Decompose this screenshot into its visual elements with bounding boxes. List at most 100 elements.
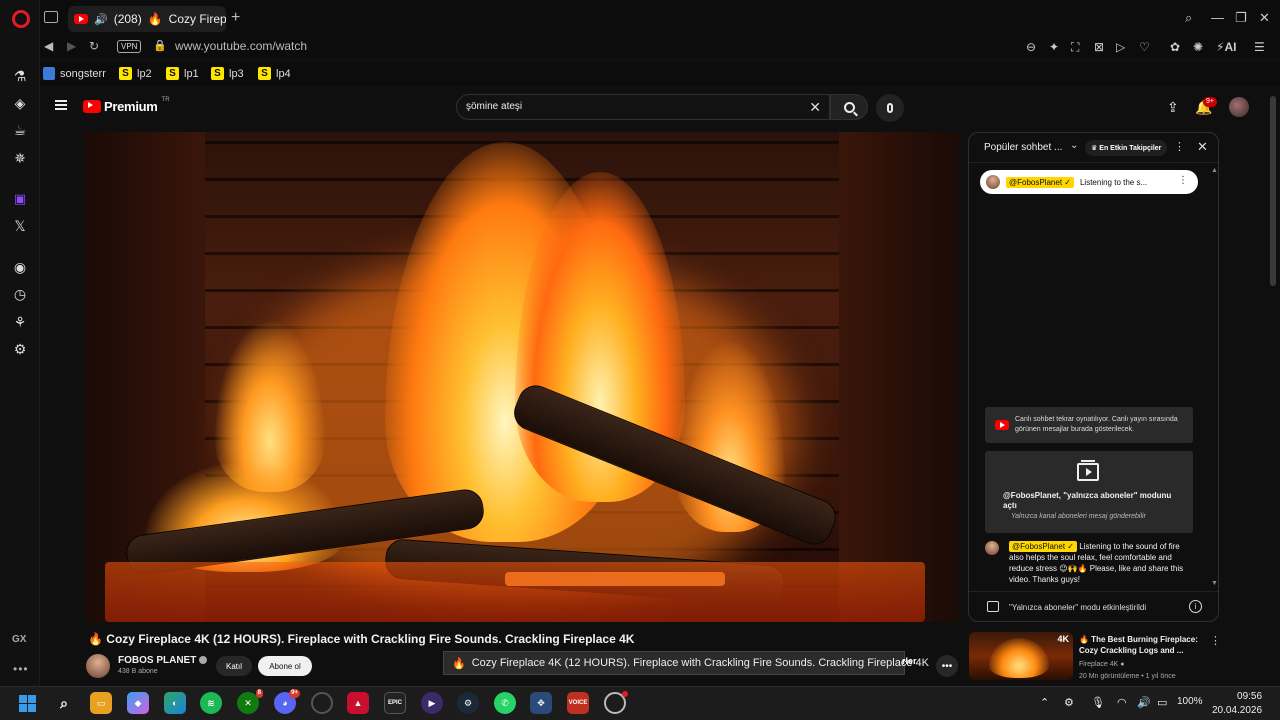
scroll-up-icon[interactable]: ▲ (1211, 167, 1218, 174)
chat-mode-title[interactable]: Popüler sohbet ... (984, 142, 1062, 153)
opera-logo-icon[interactable] (12, 10, 30, 28)
discord-icon[interactable]: ◕ 9+ (274, 689, 300, 714)
search-tabs-icon[interactable]: ⌕ (1185, 10, 1192, 26)
steam-tray-icon[interactable]: ⚙ (1064, 696, 1074, 709)
twitch-icon[interactable]: ▣ (11, 190, 29, 208)
pinned-message[interactable]: @FobosPlanet ✓ Listening to the s... ⋮ (980, 170, 1198, 194)
steam-icon[interactable]: ⚙ (457, 692, 479, 714)
tray-chevron-icon[interactable]: ⌃ (1040, 696, 1049, 709)
mods-icon[interactable]: ⚘ (11, 313, 29, 331)
adblock-icon[interactable]: ⊠ (1094, 40, 1104, 54)
recommendation-channel[interactable]: Fireplace 4K ● (1079, 661, 1124, 668)
x-twitter-icon[interactable]: 𝕏 (11, 217, 29, 235)
more-actions-label[interactable]: rler (902, 656, 917, 666)
tab-island-icon[interactable] (44, 11, 58, 23)
close-window-button[interactable]: ✕ (1259, 10, 1270, 26)
extension-icon[interactable]: ✿ (1170, 40, 1180, 54)
media-player-icon[interactable]: ▶ (421, 692, 443, 714)
mcafee-icon[interactable]: ▲ (347, 692, 369, 714)
page-scrollbar[interactable] (1270, 96, 1276, 286)
zoom-icon[interactable]: ⊖ (1026, 40, 1036, 54)
clear-search-icon[interactable]: ✕ (809, 99, 821, 116)
recommendation-menu-icon[interactable]: ⋮ (1210, 634, 1221, 647)
speaker-icon[interactable]: 🔊 (94, 13, 108, 26)
pin-icon[interactable]: ✦ (1049, 40, 1059, 54)
start-button[interactable] (16, 692, 38, 714)
chevron-down-icon[interactable]: ⌄ (1070, 140, 1078, 151)
verified-icon: ● (1120, 661, 1125, 668)
crypto-icon[interactable]: ◈ (11, 94, 29, 112)
voicemeeter-icon[interactable]: VOICE (567, 692, 589, 714)
bookmark-lp4[interactable]: S lp4 (258, 67, 291, 80)
search-button[interactable] (830, 94, 868, 120)
back-icon[interactable]: ◀ (44, 39, 53, 53)
file-explorer-icon[interactable]: ▭ (90, 692, 112, 714)
video-player[interactable] (85, 132, 959, 622)
easy-setup-icon[interactable]: ☰ (1254, 40, 1265, 54)
wallpaper-icon[interactable]: ✺ (1193, 40, 1203, 54)
search-icon[interactable]: ⌕ (53, 692, 75, 714)
bookmark-lp3[interactable]: S lp3 (211, 67, 244, 80)
sidebar-more-icon[interactable]: ••• (13, 662, 29, 676)
bookmark-lp2[interactable]: S lp2 (119, 67, 152, 80)
new-tab-button[interactable]: + (231, 9, 240, 27)
recommendation-title[interactable]: 🔥 The Best Burning Fireplace: Cozy Crack… (1079, 634, 1207, 656)
wifi-icon[interactable]: ◠ (1117, 696, 1127, 709)
battery-icon[interactable]: ▭ (1157, 696, 1167, 709)
bookmark-songsterr[interactable]: songsterr (43, 67, 106, 80)
forward-icon[interactable]: ▶ (67, 39, 76, 53)
gx-label[interactable]: GX (12, 634, 26, 645)
maximize-button[interactable]: ❐ (1235, 10, 1247, 26)
copilot-icon[interactable]: ◆ (127, 692, 149, 714)
chat-menu-icon[interactable]: ⋮ (1174, 140, 1185, 153)
heart-icon[interactable]: ♡ (1139, 40, 1150, 54)
player-icon[interactable]: ☕ (11, 121, 29, 139)
recommendation-thumbnail[interactable]: 4K (969, 632, 1073, 680)
url-field[interactable]: www.youtube.com/watch (175, 39, 307, 53)
whatsapp-icon[interactable]: ✆ (494, 692, 516, 714)
account-avatar[interactable] (1229, 97, 1249, 117)
history-icon[interactable]: ◷ (11, 285, 29, 303)
menu-icon[interactable] (55, 100, 67, 110)
members-only-title: @FobosPlanet, "yalnızca aboneler" modunu… (1003, 491, 1172, 510)
bookmark-lp1[interactable]: S lp1 (166, 67, 199, 80)
aria-ai-button[interactable]: ⚡AI (1216, 40, 1236, 54)
more-options-button[interactable]: ••• (936, 655, 958, 677)
opera-icon[interactable] (604, 691, 628, 714)
channel-name[interactable]: FOBOS PLANET (118, 655, 208, 666)
verified-icon (199, 656, 208, 664)
voice-search-button[interactable] (876, 94, 904, 122)
reload-icon[interactable]: ↻ (89, 39, 99, 53)
search-input[interactable]: şömine ateşi ✕ (456, 94, 830, 120)
clock[interactable]: 09:56 20.04.2026 (1212, 690, 1262, 718)
minimize-button[interactable]: — (1211, 10, 1224, 25)
app-icon[interactable]: ✥ (530, 692, 552, 714)
snapshot-icon[interactable]: ⛶ (1071, 40, 1079, 55)
tab-youtube[interactable]: 🔊 (208) 🔥 Cozy Fireplac (68, 6, 226, 32)
lock-icon[interactable]: 🔒 (153, 39, 167, 52)
spotify-icon[interactable]: ≋ (200, 692, 222, 714)
microphone-icon[interactable]: 🎙 (1091, 696, 1105, 709)
top-fans-chip[interactable]: ♛ En Etkin Takipçiler (1085, 140, 1168, 156)
join-button[interactable]: Katıl (216, 656, 252, 676)
youtube-premium-logo[interactable]: Premium TR (83, 97, 170, 114)
extensions-icon[interactable]: ✵ (11, 149, 29, 167)
upload-icon[interactable]: ⇪ (1167, 99, 1179, 116)
subscribe-button[interactable]: Abone ol (258, 656, 312, 676)
send-icon[interactable]: ▷ (1116, 40, 1125, 54)
vpn-badge[interactable]: VPN (117, 40, 142, 53)
recommendation-channel-text: Fireplace 4K (1079, 661, 1119, 668)
xbox-icon[interactable]: ✕ 8 (237, 689, 263, 714)
edge-icon[interactable]: ◐ (164, 692, 186, 714)
volume-icon[interactable]: 🔊 (1137, 696, 1151, 709)
info-icon[interactable]: i (1189, 600, 1202, 613)
spotify-icon[interactable]: ◉ (11, 258, 29, 276)
close-chat-icon[interactable]: ✕ (1197, 139, 1208, 155)
channel-avatar[interactable] (86, 654, 110, 678)
settings-icon[interactable]: ⚙ (11, 340, 29, 358)
pinned-menu-icon[interactable]: ⋮ (1178, 175, 1188, 186)
epic-games-icon[interactable]: EPIC (384, 692, 406, 714)
aria-icon[interactable]: ⚗ (11, 67, 29, 85)
opera-gx-taskbar-icon[interactable] (311, 692, 333, 714)
scroll-down-icon[interactable]: ▼ (1211, 580, 1218, 587)
